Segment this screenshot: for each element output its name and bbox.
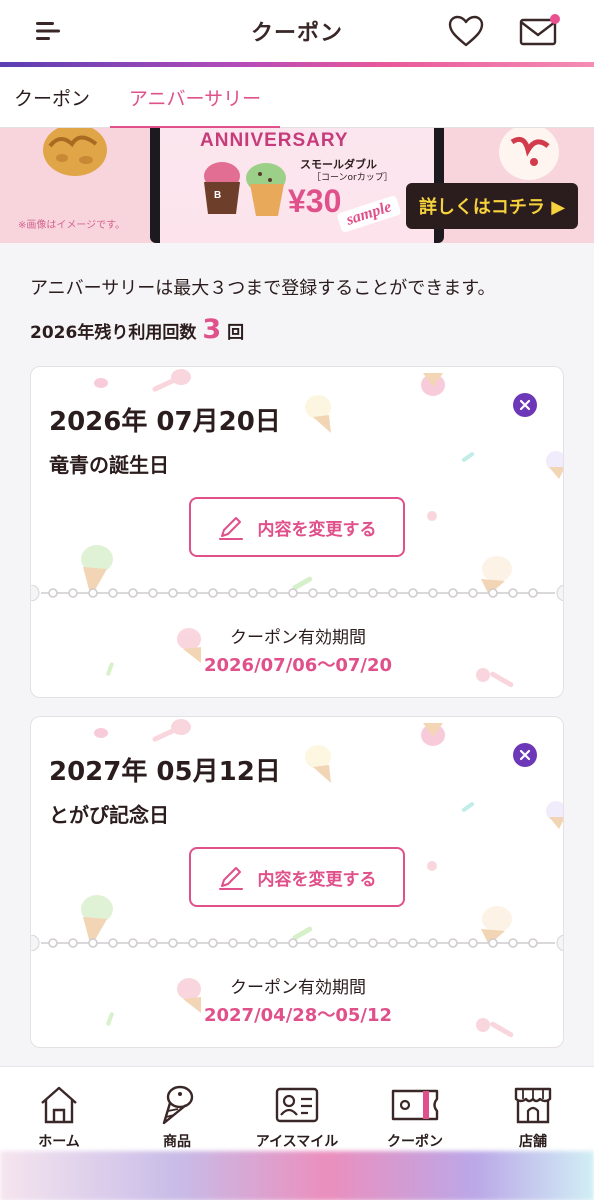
anniversary-name: 竜青の誕生日: [49, 453, 169, 477]
tab-bar: クーポン アニバーサリー: [0, 67, 594, 129]
remaining-count: 3: [202, 314, 222, 345]
edit-anniversary-button[interactable]: 内容を変更する: [189, 497, 405, 557]
nav-glow: [0, 1151, 594, 1200]
anniversary-date: 2027年 05月12日: [49, 757, 281, 787]
ice-cream-cup-image: B: [204, 162, 286, 216]
store-icon: [514, 1087, 552, 1124]
nav-label: クーポン: [387, 1134, 443, 1150]
bottom-navigation: ホーム 商品 アイスマイル クーポン 店舗: [0, 1066, 594, 1200]
anniversary-banner[interactable]: ※画像はイメージです。 ANNIVERSARY B スモールダブル ［コーンor…: [0, 128, 594, 243]
remaining-suffix: 回: [227, 323, 245, 343]
nav-label: ホーム: [38, 1134, 80, 1150]
nav-label: 店舗: [519, 1134, 547, 1150]
remaining-uses: 2026年残り利用回数 3 回: [30, 314, 244, 345]
edit-label: 内容を変更する: [257, 519, 377, 540]
ticket-perforation: [31, 935, 563, 951]
ice-cream-cone-icon: [162, 1085, 194, 1125]
pencil-icon: [218, 517, 243, 540]
nav-label: アイスマイル: [255, 1134, 339, 1150]
svg-text:B: B: [214, 190, 221, 201]
app-header: クーポン: [0, 0, 594, 62]
nav-item-icesmile[interactable]: アイスマイル: [238, 1085, 356, 1151]
banner-sub: ［コーンorカップ］: [312, 173, 393, 183]
anniversary-name: とがぴ記念日: [49, 803, 169, 827]
tab-anniversary[interactable]: アニバーサリー: [110, 67, 280, 129]
coupon-period-label: クーポン有効期間: [230, 628, 366, 648]
coupon-period: 2026/07/06～07/20: [203, 655, 392, 676]
banner-title: ANNIVERSARY: [200, 130, 349, 151]
coupon-ticket-icon: [391, 1089, 439, 1121]
nav-item-home[interactable]: ホーム: [0, 1085, 118, 1151]
anniversary-card: 2027年 05月12日 とがぴ記念日 内容を変更する クーポン有効期間 202…: [30, 716, 564, 1048]
banner-price: ¥30: [288, 183, 342, 219]
heart-icon[interactable]: [444, 0, 488, 62]
unread-badge: [550, 14, 560, 24]
coupon-period-label: クーポン有効期間: [230, 978, 366, 998]
edit-label: 内容を変更する: [257, 869, 377, 890]
tab-coupon[interactable]: クーポン: [14, 67, 90, 128]
nav-item-coupon[interactable]: クーポン: [356, 1085, 474, 1151]
edit-anniversary-button[interactable]: 内容を変更する: [189, 847, 405, 907]
more-details-button[interactable]: 詳しくはコチラ ▶: [406, 183, 578, 229]
anniversary-card: 2026年 07月20日 竜青の誕生日 内容を変更する クーポン有効期間 202…: [30, 366, 564, 698]
ice-cream-scoop-image: [43, 128, 107, 176]
coupon-period: 2027/04/28～05/12: [203, 1005, 392, 1026]
info-text: アニバーサリーは最大３つまで登録することができます。: [30, 278, 496, 299]
remaining-prefix: 2026年残り利用回数: [30, 323, 197, 343]
home-icon: [41, 1086, 77, 1124]
hamburger-menu-icon[interactable]: [28, 0, 68, 62]
nav-item-stores[interactable]: 店舗: [474, 1085, 592, 1151]
banner-note: ※画像はイメージです。: [18, 220, 126, 231]
page-title: クーポン: [250, 21, 343, 46]
ticket-perforation: [31, 585, 563, 601]
nav-label: 商品: [163, 1134, 191, 1150]
mail-icon[interactable]: [516, 0, 564, 62]
ice-cream-scoop-image: [499, 128, 559, 180]
anniversary-date: 2026年 07月20日: [49, 407, 281, 437]
pencil-icon: [218, 867, 243, 890]
member-card-icon: [275, 1087, 319, 1123]
nav-item-products[interactable]: 商品: [118, 1085, 236, 1151]
delete-icon[interactable]: [513, 393, 537, 417]
delete-icon[interactable]: [513, 743, 537, 767]
